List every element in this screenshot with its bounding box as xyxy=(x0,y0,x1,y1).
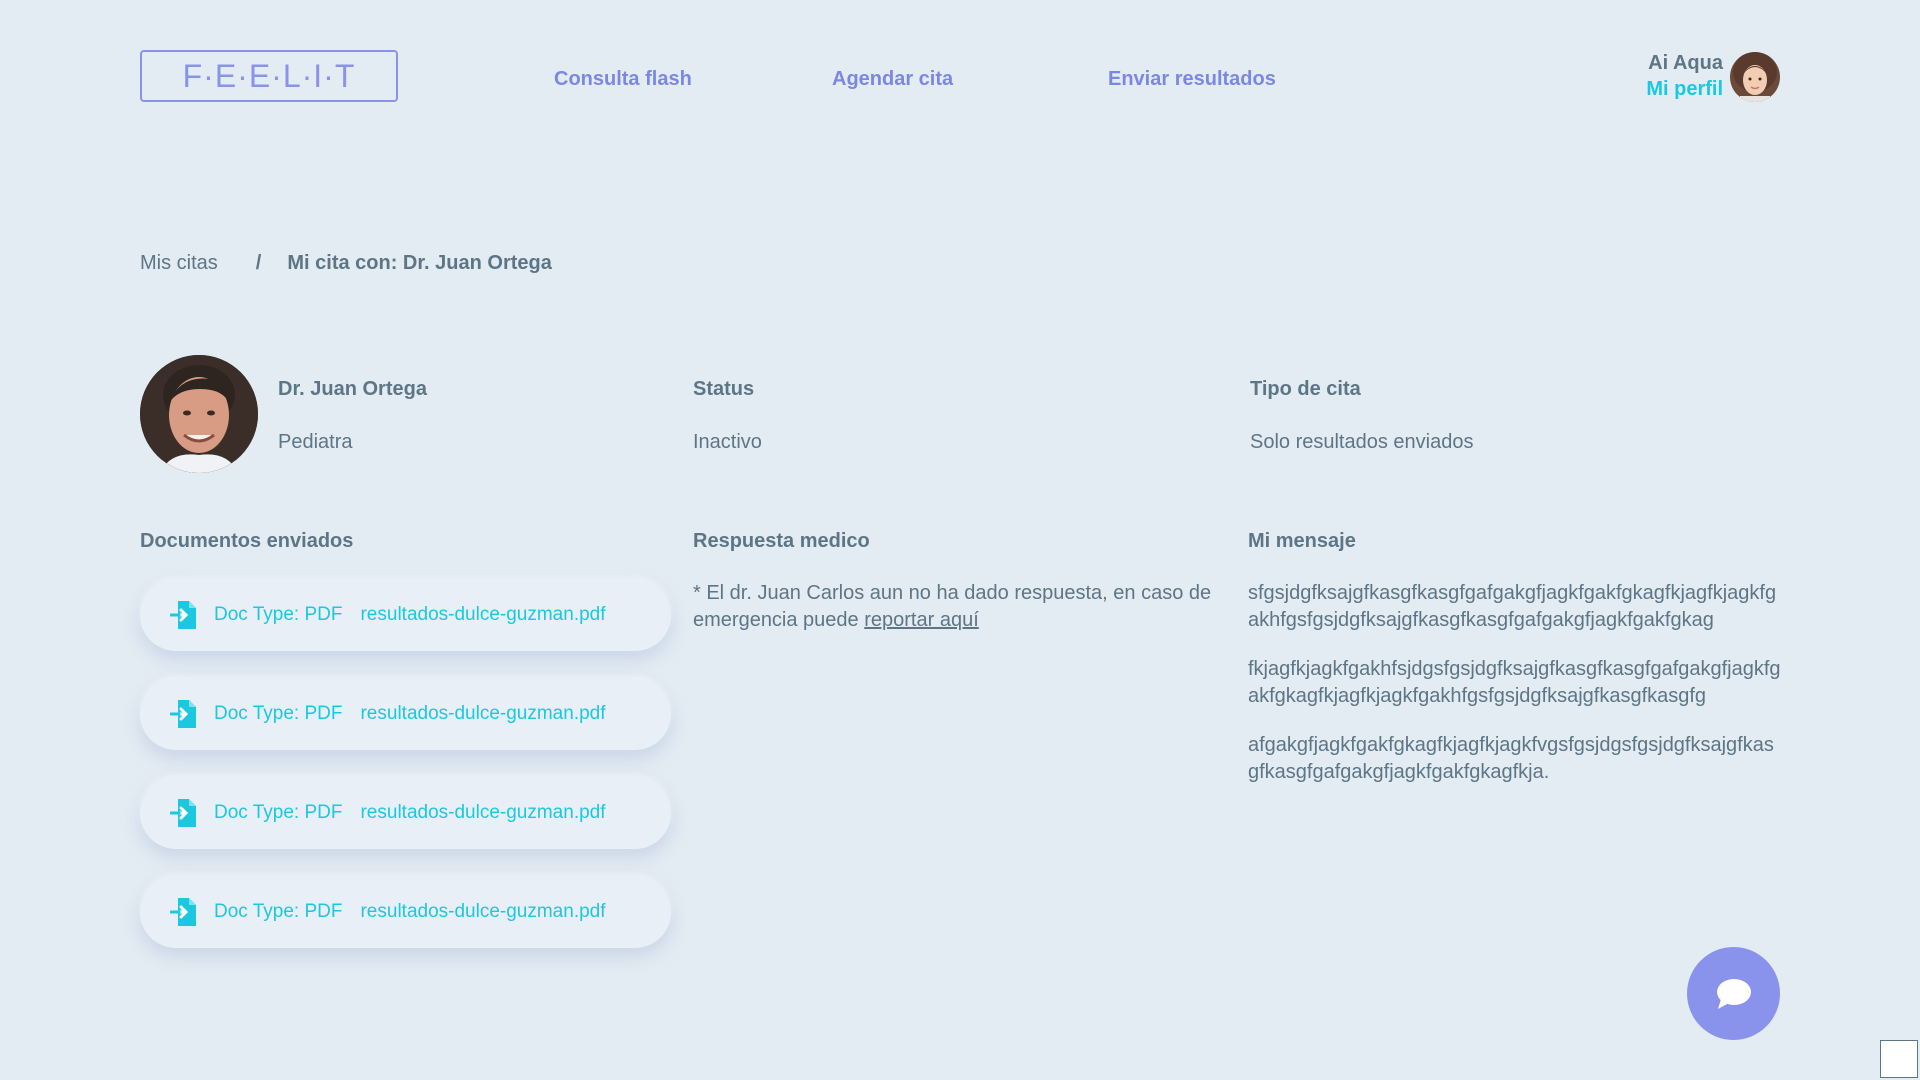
user-avatar-image xyxy=(1730,52,1780,102)
message-paragraph: fkjagfkjagkfgakhfsjdgsfgsjdgfksajgfkasgf… xyxy=(1248,658,1781,707)
breadcrumb-separator: / xyxy=(255,252,262,274)
profile-link[interactable]: Mi perfil xyxy=(1646,76,1723,102)
corner-box xyxy=(1880,1040,1918,1078)
doctor-avatar-image xyxy=(140,355,258,473)
document-filename[interactable]: resultados-dulce-guzman.pdf xyxy=(360,703,605,725)
breadcrumb-mis-citas[interactable]: Mis citas xyxy=(140,252,218,275)
response-title: Respuesta medico xyxy=(693,530,870,552)
logo[interactable]: F·E·E·L·I·T xyxy=(140,50,398,102)
document-type: Doc Type: PDF xyxy=(214,703,343,724)
report-link[interactable]: reportar aquí xyxy=(864,609,979,631)
document-item[interactable]: Doc Type: PDF resultados-dulce-guzman.pd… xyxy=(140,876,671,948)
document-type: Doc Type: PDF xyxy=(214,802,343,823)
status-label: Status xyxy=(693,378,755,400)
document-filename[interactable]: resultados-dulce-guzman.pdf xyxy=(360,802,605,824)
message-paragraph: afgakgfjagkfgakfgkagfkjagfkjagkfvgsfgsjd… xyxy=(1248,734,1774,783)
breadcrumb-current: Mi cita con: Dr. Juan Ortega xyxy=(287,252,552,274)
appointment-type-label: Tipo de cita xyxy=(1250,378,1361,400)
document-item[interactable]: Doc Type: PDF resultados-dulce-guzman.pd… xyxy=(140,579,671,651)
document-type: Doc Type: PDF xyxy=(214,604,343,625)
document-item[interactable]: Doc Type: PDF resultados-dulce-guzman.pd… xyxy=(140,678,671,750)
file-import-icon xyxy=(170,700,196,728)
document-item[interactable]: Doc Type: PDF resultados-dulce-guzman.pd… xyxy=(140,777,671,849)
nav-enviar-resultados[interactable]: Enviar resultados xyxy=(1108,68,1276,91)
file-import-icon xyxy=(170,898,196,926)
document-filename[interactable]: resultados-dulce-guzman.pdf xyxy=(360,604,605,626)
message-paragraph: sfgsjdgfksajgfkasgfkasgfgafgakgfjagkfgak… xyxy=(1248,582,1777,631)
breadcrumb: Mis citas / Mi cita con: Dr. Juan Ortega xyxy=(140,252,552,275)
doctor-name: Dr. Juan Ortega xyxy=(278,378,427,400)
chat-button[interactable] xyxy=(1687,947,1780,1040)
response-text: * El dr. Juan Carlos aun no ha dado resp… xyxy=(693,580,1213,634)
user-menu: Ai Aqua Mi perfil xyxy=(1646,50,1723,102)
document-filename[interactable]: resultados-dulce-guzman.pdf xyxy=(360,901,605,923)
documents-title: Documentos enviados xyxy=(140,530,354,552)
nav-consulta-flash[interactable]: Consulta flash xyxy=(554,68,692,91)
status-value: Inactivo xyxy=(693,431,762,453)
message-body: sfgsjdgfksajgfkasgfkasgfgafgakgfjagkfgak… xyxy=(1248,580,1783,808)
nav-agendar-cita[interactable]: Agendar cita xyxy=(832,68,953,91)
user-name: Ai Aqua xyxy=(1648,52,1723,74)
user-avatar[interactable] xyxy=(1730,52,1780,102)
appointment-type-value: Solo resultados enviados xyxy=(1250,431,1474,453)
chat-bubble-icon xyxy=(1716,978,1751,1009)
doctor-avatar xyxy=(140,355,258,473)
doctor-specialty: Pediatra xyxy=(278,431,353,453)
file-import-icon xyxy=(170,799,196,827)
document-type: Doc Type: PDF xyxy=(214,901,343,922)
file-import-icon xyxy=(170,601,196,629)
message-title: Mi mensaje xyxy=(1248,530,1356,552)
